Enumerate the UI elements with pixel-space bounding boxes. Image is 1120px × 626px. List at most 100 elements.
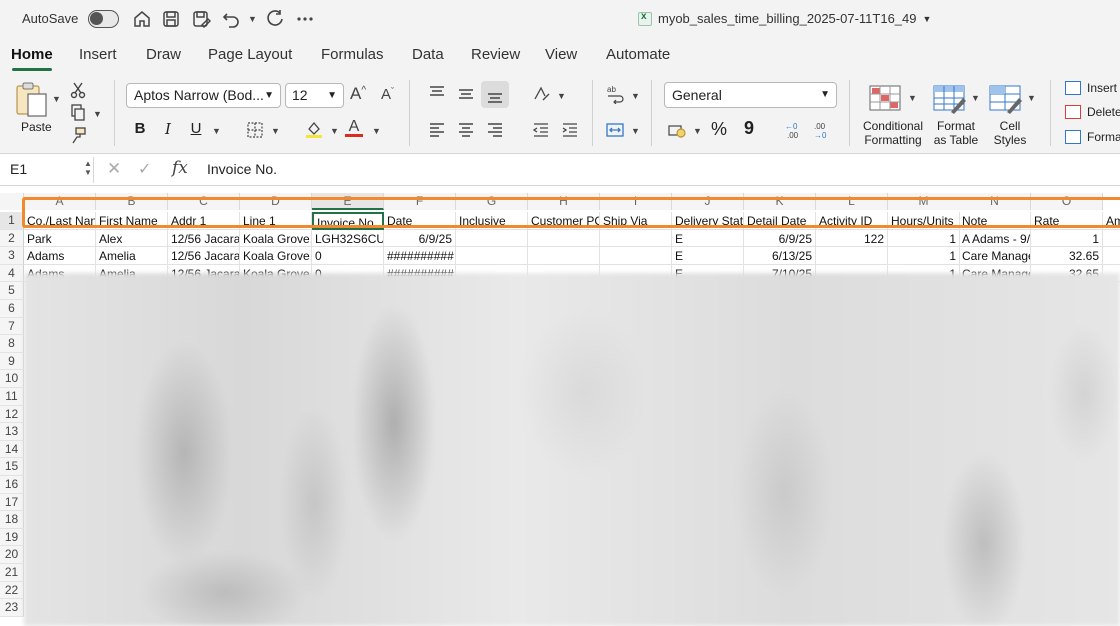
row-header-1[interactable]: 1 xyxy=(0,212,24,230)
orientation-dropdown-chevron-icon[interactable]: ▼ xyxy=(557,91,566,101)
conditional-formatting-icon[interactable] xyxy=(869,84,903,114)
row-header-8[interactable]: 8 xyxy=(0,335,24,353)
row-header-20[interactable]: 20 xyxy=(0,546,24,564)
wrap-text-dropdown-chevron-icon[interactable]: ▼ xyxy=(631,91,640,101)
font-color-dropdown-chevron-icon[interactable]: ▼ xyxy=(372,126,381,136)
table-cell[interactable]: 12/56 Jacara xyxy=(168,229,240,248)
row-header-6[interactable]: 6 xyxy=(0,300,24,318)
row-header-2[interactable]: 2 xyxy=(0,229,24,248)
increase-indent-icon[interactable] xyxy=(560,120,580,140)
cell-styles-dropdown-chevron-icon[interactable]: ▼ xyxy=(1027,93,1036,103)
document-title[interactable]: myob_sales_time_billing_2025-07-11T16_49… xyxy=(638,11,931,26)
table-cell[interactable] xyxy=(600,229,672,248)
align-top-icon[interactable] xyxy=(427,83,447,103)
tab-home[interactable]: Home xyxy=(11,46,53,63)
row-header-18[interactable]: 18 xyxy=(0,511,24,529)
copy-dropdown-chevron-icon[interactable]: ▼ xyxy=(93,109,102,119)
row-header-23[interactable]: 23 xyxy=(0,599,24,617)
tab-page-layout[interactable]: Page Layout xyxy=(208,46,292,63)
table-cell[interactable]: Care Manage xyxy=(959,247,1031,265)
number-format-select[interactable]: General ▼ xyxy=(664,82,837,108)
row-header-22[interactable]: 22 xyxy=(0,581,24,600)
cell-styles-icon[interactable] xyxy=(989,84,1023,114)
italic-button[interactable]: I xyxy=(158,120,178,138)
table-cell[interactable]: LGH32S6CUI xyxy=(312,229,384,248)
tab-data[interactable]: Data xyxy=(412,46,444,63)
insert-function-button[interactable]: fx xyxy=(172,158,188,178)
format-cells-button[interactable]: Format xyxy=(1065,130,1120,144)
insert-cells-button[interactable]: Insert xyxy=(1065,81,1117,95)
align-center-icon[interactable] xyxy=(456,120,476,140)
tab-formulas[interactable]: Formulas xyxy=(321,46,384,63)
row-header-11[interactable]: 11 xyxy=(0,388,24,406)
font-size-select[interactable]: 12 ▼ xyxy=(285,83,344,108)
save-as-icon[interactable] xyxy=(190,8,212,30)
borders-dropdown-chevron-icon[interactable]: ▼ xyxy=(271,126,280,136)
row-header-7[interactable]: 7 xyxy=(0,317,24,336)
align-bottom-icon[interactable] xyxy=(481,81,509,108)
table-cell[interactable]: E xyxy=(672,247,744,265)
select-all-corner[interactable] xyxy=(0,193,24,210)
tab-automate[interactable]: Automate xyxy=(606,46,670,63)
table-cell[interactable]: Koala Grove, xyxy=(240,229,312,248)
decrease-font-size-icon[interactable]: Aˇ xyxy=(381,86,394,104)
row-header-4[interactable]: 4 xyxy=(0,264,24,283)
table-cell[interactable]: 1 xyxy=(1031,229,1103,248)
table-cell[interactable]: 1 xyxy=(888,229,960,248)
borders-icon[interactable] xyxy=(245,120,265,140)
name-box[interactable]: E1 xyxy=(0,157,94,183)
more-options-icon[interactable] xyxy=(294,8,316,30)
row-header-16[interactable]: 16 xyxy=(0,476,24,494)
orientation-icon[interactable] xyxy=(531,84,551,104)
table-cell[interactable] xyxy=(528,247,600,265)
row-header-10[interactable]: 10 xyxy=(0,370,24,388)
format-as-table-icon[interactable] xyxy=(933,84,967,114)
undo-dropdown-chevron-icon[interactable]: ▼ xyxy=(248,14,257,24)
cancel-entry-icon[interactable]: ✕ xyxy=(107,159,121,179)
table-cell[interactable]: 6/9/25 xyxy=(384,229,456,248)
format-as-table-label[interactable]: Format as Table xyxy=(930,119,982,147)
table-cell[interactable] xyxy=(816,247,888,265)
row-header-5[interactable]: 5 xyxy=(0,282,24,300)
comma-style-button[interactable]: 9 xyxy=(739,118,759,139)
table-cell[interactable]: 6/9/25 xyxy=(744,229,816,248)
accounting-format-icon[interactable] xyxy=(667,120,687,140)
decrease-indent-icon[interactable] xyxy=(531,120,551,140)
fill-color-dropdown-chevron-icon[interactable]: ▼ xyxy=(330,126,339,136)
row-header-17[interactable]: 17 xyxy=(0,493,24,512)
table-cell[interactable]: E xyxy=(672,229,744,248)
font-color-icon[interactable]: A xyxy=(345,119,363,137)
bold-button[interactable]: B xyxy=(130,120,150,137)
conditional-formatting-dropdown-chevron-icon[interactable]: ▼ xyxy=(908,93,917,103)
wrap-text-icon[interactable]: ab xyxy=(605,84,625,104)
cell-styles-label[interactable]: Cell Styles xyxy=(988,119,1032,147)
fill-color-icon[interactable] xyxy=(304,119,324,139)
table-cell[interactable]: ########## xyxy=(384,247,456,265)
align-middle-icon[interactable] xyxy=(456,84,476,104)
confirm-entry-icon[interactable]: ✓ xyxy=(138,159,151,179)
table-cell[interactable]: Park xyxy=(24,229,96,248)
undo-icon[interactable] xyxy=(220,8,242,30)
row-header-3[interactable]: 3 xyxy=(0,247,24,265)
home-icon[interactable] xyxy=(131,8,153,30)
row-header-21[interactable]: 21 xyxy=(0,564,24,582)
percent-style-button[interactable]: % xyxy=(709,119,729,140)
row-header-13[interactable]: 13 xyxy=(0,423,24,441)
table-cell[interactable]: Koala Grove, xyxy=(240,247,312,265)
row-header-9[interactable]: 9 xyxy=(0,352,24,371)
merge-center-dropdown-chevron-icon[interactable]: ▼ xyxy=(631,126,640,136)
underline-dropdown-chevron-icon[interactable]: ▼ xyxy=(212,126,221,136)
spreadsheet-grid[interactable]: A B C D E F G H I J K L M N O 1 2 3 4 5 6 7 8 9 10 11 12 13 14 15 16 17… xyxy=(0,186,1120,626)
table-cell[interactable] xyxy=(1103,247,1120,265)
table-cell[interactable]: 32.65 xyxy=(1031,247,1103,265)
tab-insert[interactable]: Insert xyxy=(79,46,117,63)
font-name-select[interactable]: Aptos Narrow (Bod... ▼ xyxy=(126,83,281,108)
table-cell[interactable]: Alex xyxy=(96,229,168,248)
table-cell[interactable] xyxy=(528,229,600,248)
table-cell[interactable]: A Adams - 9/0 xyxy=(959,229,1031,248)
table-cell[interactable]: 12/56 Jacara xyxy=(168,247,240,265)
tab-review[interactable]: Review xyxy=(471,46,520,63)
align-left-icon[interactable] xyxy=(427,120,447,140)
autosave-toggle[interactable] xyxy=(88,10,119,28)
copy-icon[interactable] xyxy=(68,103,88,123)
